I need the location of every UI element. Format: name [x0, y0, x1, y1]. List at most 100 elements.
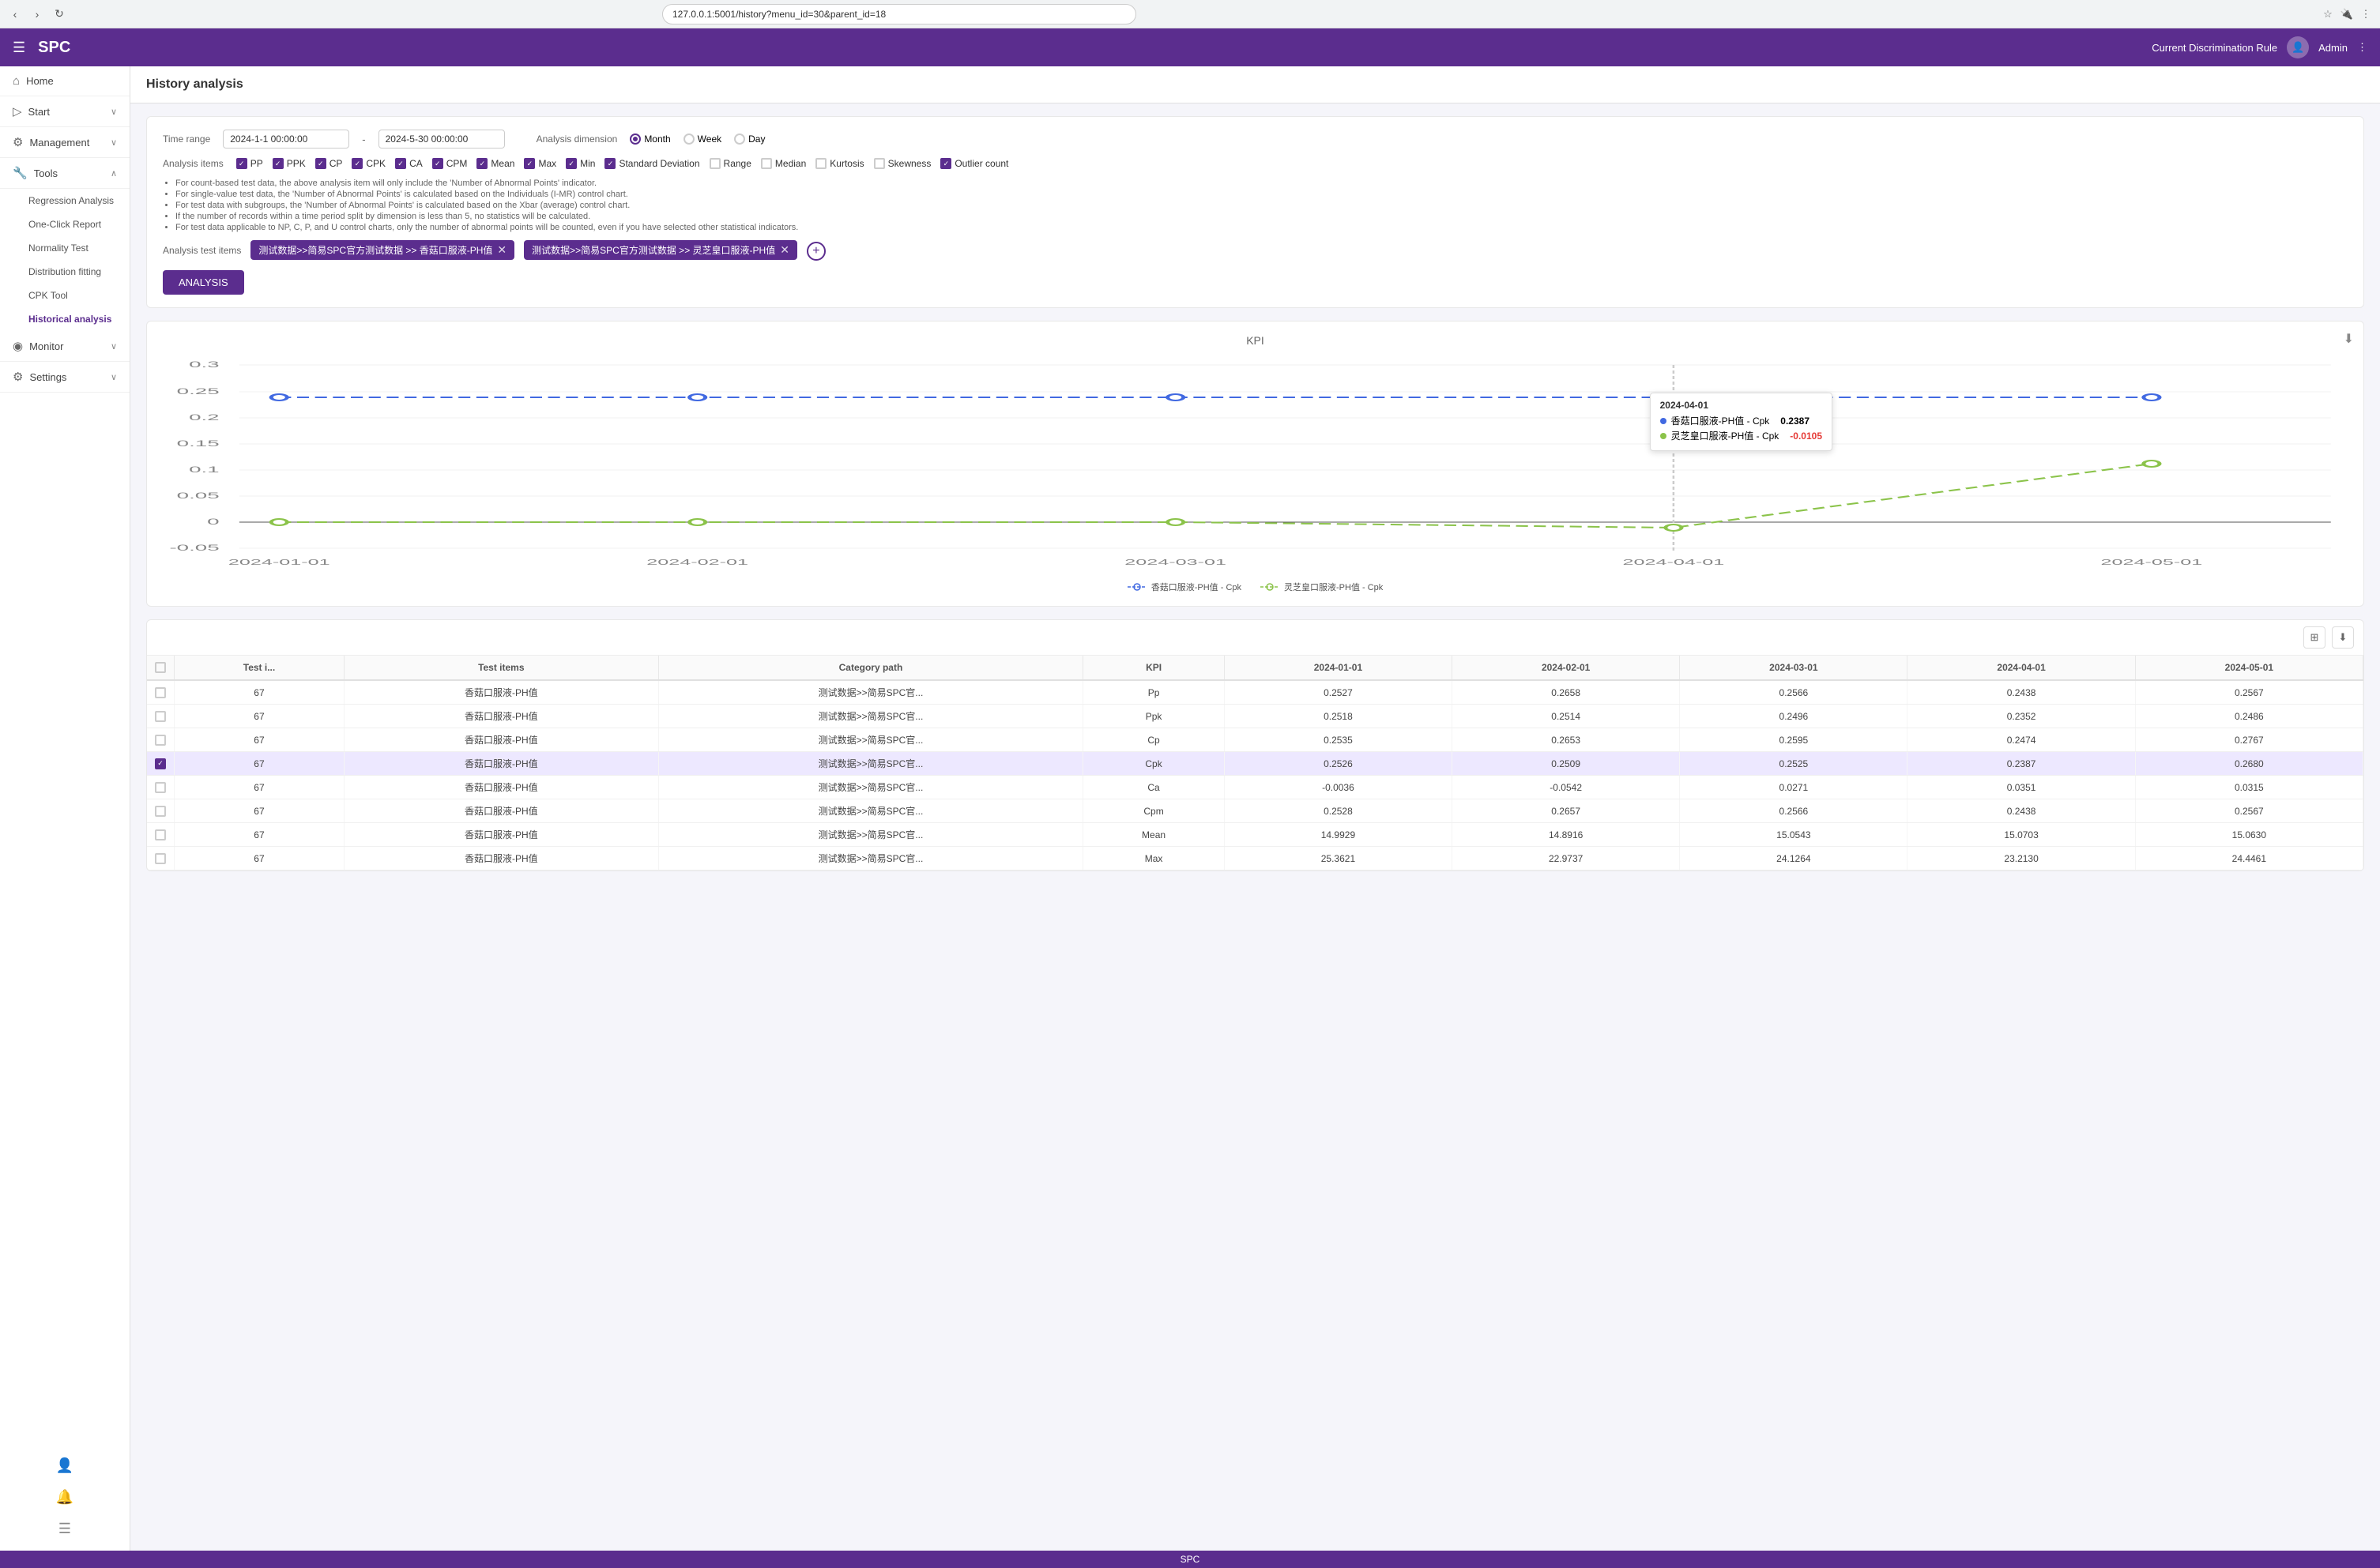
checkbox-group: ✓ PP ✓ PPK ✓ CP ✓ CPK [236, 158, 1009, 169]
sidebar-item-start[interactable]: ▷ Start ∨ [0, 96, 130, 127]
sidebar-list-icon[interactable]: ☰ [0, 1513, 130, 1544]
cp-checkbox[interactable]: ✓ [315, 158, 326, 169]
row-checkbox-cell[interactable] [147, 823, 175, 847]
header-select-all[interactable] [147, 656, 175, 680]
cb-cpk[interactable]: ✓ CPK [352, 158, 386, 169]
row-checkbox[interactable] [155, 829, 166, 840]
test-tag-2-close[interactable]: ✕ [780, 243, 789, 257]
cb-pp[interactable]: ✓ PP [236, 158, 263, 169]
row-checkbox[interactable] [155, 782, 166, 793]
sidebar-cpktool-label: CPK Tool [28, 290, 68, 301]
row-checkbox[interactable]: ✓ [155, 758, 166, 769]
cb-ca[interactable]: ✓ CA [395, 158, 423, 169]
ppk-checkbox[interactable]: ✓ [273, 158, 284, 169]
cb-range[interactable]: Range [710, 158, 751, 169]
cell-id: 67 [175, 776, 345, 799]
sidebar-item-home[interactable]: ⌂ Home [0, 66, 130, 96]
month-radio[interactable] [630, 133, 641, 145]
cell-v3: 0.2496 [1680, 705, 1907, 728]
row-checkbox-cell[interactable] [147, 680, 175, 705]
sidebar-item-settings[interactable]: ⚙ Settings ∨ [0, 362, 130, 393]
time-start-input[interactable] [223, 130, 349, 149]
cell-id: 67 [175, 728, 345, 752]
dimension-month[interactable]: Month [630, 133, 670, 145]
bookmark-icon[interactable]: ☆ [2320, 6, 2336, 22]
select-all-checkbox[interactable] [155, 662, 166, 673]
sidebar-item-historical[interactable]: Historical analysis [0, 307, 130, 331]
url-bar[interactable] [662, 4, 1136, 24]
row-checkbox-cell[interactable] [147, 705, 175, 728]
menu-icon[interactable]: ⋮ [2358, 6, 2374, 22]
analysis-button[interactable]: ANALYSIS [163, 270, 244, 295]
cpm-checkbox[interactable]: ✓ [432, 158, 443, 169]
download-icon[interactable]: ⬇ [2344, 331, 2354, 347]
sidebar-item-tools[interactable]: 🔧 Tools ∧ [0, 158, 130, 189]
chevron-down-icon-3: ∧ [111, 168, 117, 179]
sidebar-item-monitor[interactable]: ◉ Monitor ∨ [0, 331, 130, 362]
median-checkbox[interactable] [761, 158, 772, 169]
cb-min[interactable]: ✓ Min [566, 158, 595, 169]
sidebar-user-icon[interactable]: 👤 [0, 1450, 130, 1481]
row-checkbox-cell[interactable] [147, 799, 175, 823]
test-tag-1[interactable]: 测试数据>>简易SPC官方测试数据 >> 香菇口服液-PH值 ✕ [250, 240, 514, 260]
export-button[interactable]: ⬇ [2332, 626, 2354, 649]
dimension-day[interactable]: Day [734, 133, 765, 145]
mean-label: Mean [491, 158, 514, 169]
sidebar-item-normality[interactable]: Normality Test [0, 236, 130, 260]
add-test-item-button[interactable]: + [807, 242, 826, 261]
row-checkbox[interactable] [155, 853, 166, 864]
cb-median[interactable]: Median [761, 158, 806, 169]
hamburger-menu[interactable]: ☰ [13, 39, 25, 56]
refresh-button[interactable]: ↻ [51, 6, 68, 23]
cell-v2: 14.8916 [1452, 823, 1680, 847]
row-checkbox[interactable] [155, 735, 166, 746]
row-checkbox[interactable] [155, 806, 166, 817]
pp-checkbox[interactable]: ✓ [236, 158, 247, 169]
kurtosis-checkbox[interactable] [815, 158, 827, 169]
svg-text:2024-05-01: 2024-05-01 [2100, 558, 2202, 567]
outlier-checkbox[interactable]: ✓ [940, 158, 951, 169]
sidebar-item-one-click[interactable]: One-Click Report [0, 212, 130, 236]
row-checkbox-cell[interactable] [147, 728, 175, 752]
sidebar-alert-icon[interactable]: 🔔 [0, 1481, 130, 1513]
row-checkbox-cell[interactable]: ✓ [147, 752, 175, 776]
sidebar-item-cpktool[interactable]: CPK Tool [0, 284, 130, 307]
test-tag-1-close[interactable]: ✕ [497, 243, 507, 257]
cb-outlier[interactable]: ✓ Outlier count [940, 158, 1008, 169]
kurtosis-label: Kurtosis [830, 158, 864, 169]
mean-checkbox[interactable]: ✓ [476, 158, 488, 169]
cb-sd[interactable]: ✓ Standard Deviation [604, 158, 699, 169]
sidebar-item-management[interactable]: ⚙ Management ∨ [0, 127, 130, 158]
cb-mean[interactable]: ✓ Mean [476, 158, 514, 169]
row-checkbox[interactable] [155, 711, 166, 722]
ca-checkbox[interactable]: ✓ [395, 158, 406, 169]
user-avatar[interactable]: 👤 [2287, 36, 2309, 58]
day-radio[interactable] [734, 133, 745, 145]
forward-button[interactable]: › [28, 6, 46, 23]
row-checkbox-cell[interactable] [147, 776, 175, 799]
range-checkbox[interactable] [710, 158, 721, 169]
test-tag-2[interactable]: 测试数据>>简易SPC官方测试数据 >> 灵芝皇口服液-PH值 ✕ [524, 240, 797, 260]
min-checkbox[interactable]: ✓ [566, 158, 577, 169]
cb-max[interactable]: ✓ Max [524, 158, 556, 169]
row-checkbox[interactable] [155, 687, 166, 698]
grid-view-button[interactable]: ⊞ [2303, 626, 2325, 649]
time-end-input[interactable] [378, 130, 505, 149]
extension-icon[interactable]: 🔌 [2339, 6, 2355, 22]
row-checkbox-cell[interactable] [147, 847, 175, 870]
admin-menu[interactable]: ⋮ [2357, 41, 2367, 54]
sd-checkbox[interactable]: ✓ [604, 158, 616, 169]
cb-cp[interactable]: ✓ CP [315, 158, 343, 169]
cpk-checkbox[interactable]: ✓ [352, 158, 363, 169]
cb-cpm[interactable]: ✓ CPM [432, 158, 468, 169]
sidebar-item-distribution[interactable]: Distribution fitting [0, 260, 130, 284]
week-radio[interactable] [683, 133, 695, 145]
sidebar-item-regression[interactable]: Regression Analysis [0, 189, 130, 212]
max-checkbox[interactable]: ✓ [524, 158, 535, 169]
cb-skewness[interactable]: Skewness [874, 158, 932, 169]
skewness-checkbox[interactable] [874, 158, 885, 169]
cb-kurtosis[interactable]: Kurtosis [815, 158, 864, 169]
back-button[interactable]: ‹ [6, 6, 24, 23]
dimension-week[interactable]: Week [683, 133, 721, 145]
cb-ppk[interactable]: ✓ PPK [273, 158, 306, 169]
